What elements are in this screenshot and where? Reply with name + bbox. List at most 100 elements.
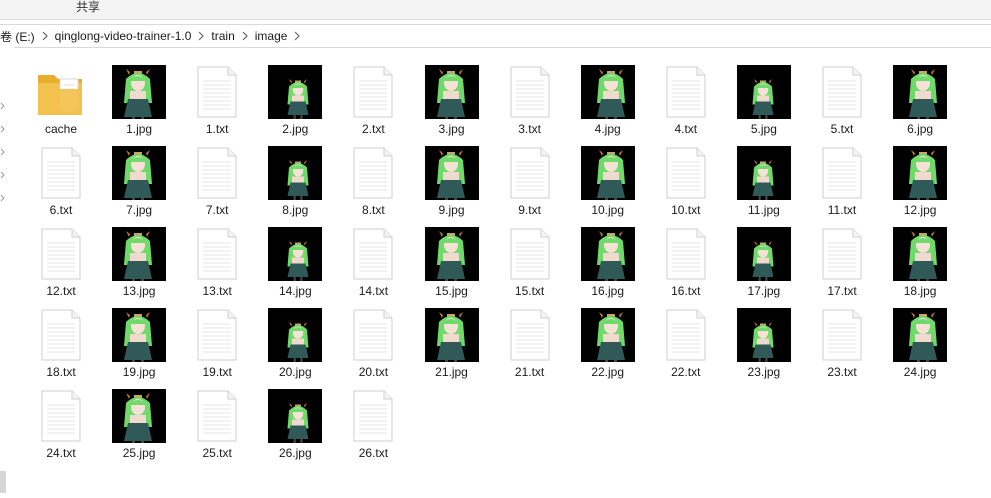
- text-file-icon[interactable]: [659, 227, 713, 281]
- image-thumbnail[interactable]: [268, 65, 323, 119]
- text-file-icon[interactable]: [815, 308, 869, 362]
- file-item[interactable]: 22.jpg: [563, 308, 643, 384]
- file-item[interactable]: 22.txt: [641, 308, 721, 384]
- file-item[interactable]: 21.jpg: [407, 308, 487, 384]
- text-file-icon[interactable]: [815, 146, 869, 200]
- file-item[interactable]: 23.txt: [797, 308, 877, 384]
- file-item[interactable]: 1.txt: [172, 65, 252, 141]
- text-file-icon[interactable]: [815, 65, 869, 119]
- file-item[interactable]: 1.jpg: [94, 65, 174, 141]
- chevron-right-icon[interactable]: [41, 31, 49, 41]
- image-thumbnail[interactable]: [893, 146, 948, 200]
- image-thumbnail[interactable]: [893, 227, 948, 281]
- file-item[interactable]: 3.txt: [485, 65, 565, 141]
- image-thumbnail[interactable]: [580, 65, 635, 119]
- chevron-right-icon[interactable]: [293, 31, 301, 41]
- file-item[interactable]: 17.jpg: [719, 227, 799, 303]
- file-item[interactable]: 15.jpg: [407, 227, 487, 303]
- file-item[interactable]: 3.jpg: [407, 65, 487, 141]
- chevron-right-icon[interactable]: [241, 31, 249, 41]
- chevron-right-icon[interactable]: [0, 148, 6, 156]
- file-item[interactable]: 23.jpg: [719, 308, 799, 384]
- file-item[interactable]: 13.jpg: [94, 227, 174, 303]
- image-thumbnail[interactable]: [268, 308, 323, 362]
- file-item[interactable]: 12.jpg: [875, 146, 955, 222]
- text-file-icon[interactable]: [346, 227, 400, 281]
- folder-item[interactable]: cache: [16, 65, 96, 141]
- image-thumbnail[interactable]: [424, 308, 479, 362]
- folder-icon[interactable]: [34, 65, 88, 119]
- file-item[interactable]: 20.jpg: [250, 308, 330, 384]
- text-file-icon[interactable]: [34, 389, 88, 443]
- text-file-icon[interactable]: [34, 146, 88, 200]
- image-thumbnail[interactable]: [112, 389, 167, 443]
- chevron-right-icon[interactable]: [0, 194, 6, 202]
- address-bar[interactable]: 卷 (E:) qinglong-video-trainer-1.0 train …: [0, 24, 991, 48]
- file-item[interactable]: 6.txt: [16, 146, 96, 222]
- breadcrumb-project[interactable]: qinglong-video-trainer-1.0: [49, 29, 198, 43]
- file-item[interactable]: 13.txt: [172, 227, 252, 303]
- text-file-icon[interactable]: [659, 146, 713, 200]
- text-file-icon[interactable]: [34, 308, 88, 362]
- file-item[interactable]: 10.txt: [641, 146, 721, 222]
- text-file-icon[interactable]: [190, 227, 244, 281]
- file-item[interactable]: 11.txt: [797, 146, 877, 222]
- text-file-icon[interactable]: [815, 227, 869, 281]
- file-item[interactable]: 4.txt: [641, 65, 721, 141]
- image-thumbnail[interactable]: [736, 146, 791, 200]
- text-file-icon[interactable]: [190, 146, 244, 200]
- file-item[interactable]: 24.txt: [16, 389, 96, 465]
- text-file-icon[interactable]: [659, 308, 713, 362]
- file-item[interactable]: 16.jpg: [563, 227, 643, 303]
- breadcrumb-image[interactable]: image: [249, 29, 294, 43]
- image-thumbnail[interactable]: [268, 146, 323, 200]
- file-item[interactable]: 14.jpg: [250, 227, 330, 303]
- chevron-right-icon[interactable]: [197, 31, 205, 41]
- file-item[interactable]: 19.jpg: [94, 308, 174, 384]
- text-file-icon[interactable]: [503, 227, 557, 281]
- text-file-icon[interactable]: [346, 389, 400, 443]
- text-file-icon[interactable]: [346, 146, 400, 200]
- image-thumbnail[interactable]: [893, 65, 948, 119]
- file-item[interactable]: 12.txt: [16, 227, 96, 303]
- file-item[interactable]: 7.txt: [172, 146, 252, 222]
- image-thumbnail[interactable]: [893, 308, 948, 362]
- file-item[interactable]: 21.txt: [485, 308, 565, 384]
- text-file-icon[interactable]: [34, 227, 88, 281]
- image-thumbnail[interactable]: [736, 227, 791, 281]
- file-item[interactable]: 25.jpg: [94, 389, 174, 465]
- text-file-icon[interactable]: [659, 65, 713, 119]
- file-item[interactable]: 2.jpg: [250, 65, 330, 141]
- chevron-right-icon[interactable]: [0, 125, 6, 133]
- text-file-icon[interactable]: [346, 65, 400, 119]
- image-thumbnail[interactable]: [736, 308, 791, 362]
- text-file-icon[interactable]: [503, 65, 557, 119]
- image-thumbnail[interactable]: [580, 227, 635, 281]
- text-file-icon[interactable]: [190, 389, 244, 443]
- image-thumbnail[interactable]: [424, 227, 479, 281]
- text-file-icon[interactable]: [190, 65, 244, 119]
- chevron-right-icon[interactable]: [0, 102, 6, 110]
- file-item[interactable]: 4.jpg: [563, 65, 643, 141]
- ribbon-tab-share[interactable]: 共享: [60, 0, 116, 19]
- text-file-icon[interactable]: [503, 308, 557, 362]
- file-item[interactable]: 18.jpg: [875, 227, 955, 303]
- file-item[interactable]: 18.txt: [16, 308, 96, 384]
- scrollbar-thumb[interactable]: [0, 471, 6, 493]
- file-item[interactable]: 9.txt: [485, 146, 565, 222]
- image-thumbnail[interactable]: [268, 389, 323, 443]
- file-item[interactable]: 11.jpg: [719, 146, 799, 222]
- image-thumbnail[interactable]: [112, 308, 167, 362]
- file-item[interactable]: 7.jpg: [94, 146, 174, 222]
- file-item[interactable]: 25.txt: [172, 389, 252, 465]
- file-item[interactable]: 19.txt: [172, 308, 252, 384]
- file-item[interactable]: 2.txt: [328, 65, 408, 141]
- image-thumbnail[interactable]: [736, 65, 791, 119]
- file-item[interactable]: 10.jpg: [563, 146, 643, 222]
- file-item[interactable]: 9.jpg: [407, 146, 487, 222]
- breadcrumb-drive[interactable]: 卷 (E:): [0, 28, 41, 45]
- text-file-icon[interactable]: [346, 308, 400, 362]
- breadcrumb-train[interactable]: train: [205, 29, 240, 43]
- file-item[interactable]: 6.jpg: [875, 65, 955, 141]
- text-file-icon[interactable]: [190, 308, 244, 362]
